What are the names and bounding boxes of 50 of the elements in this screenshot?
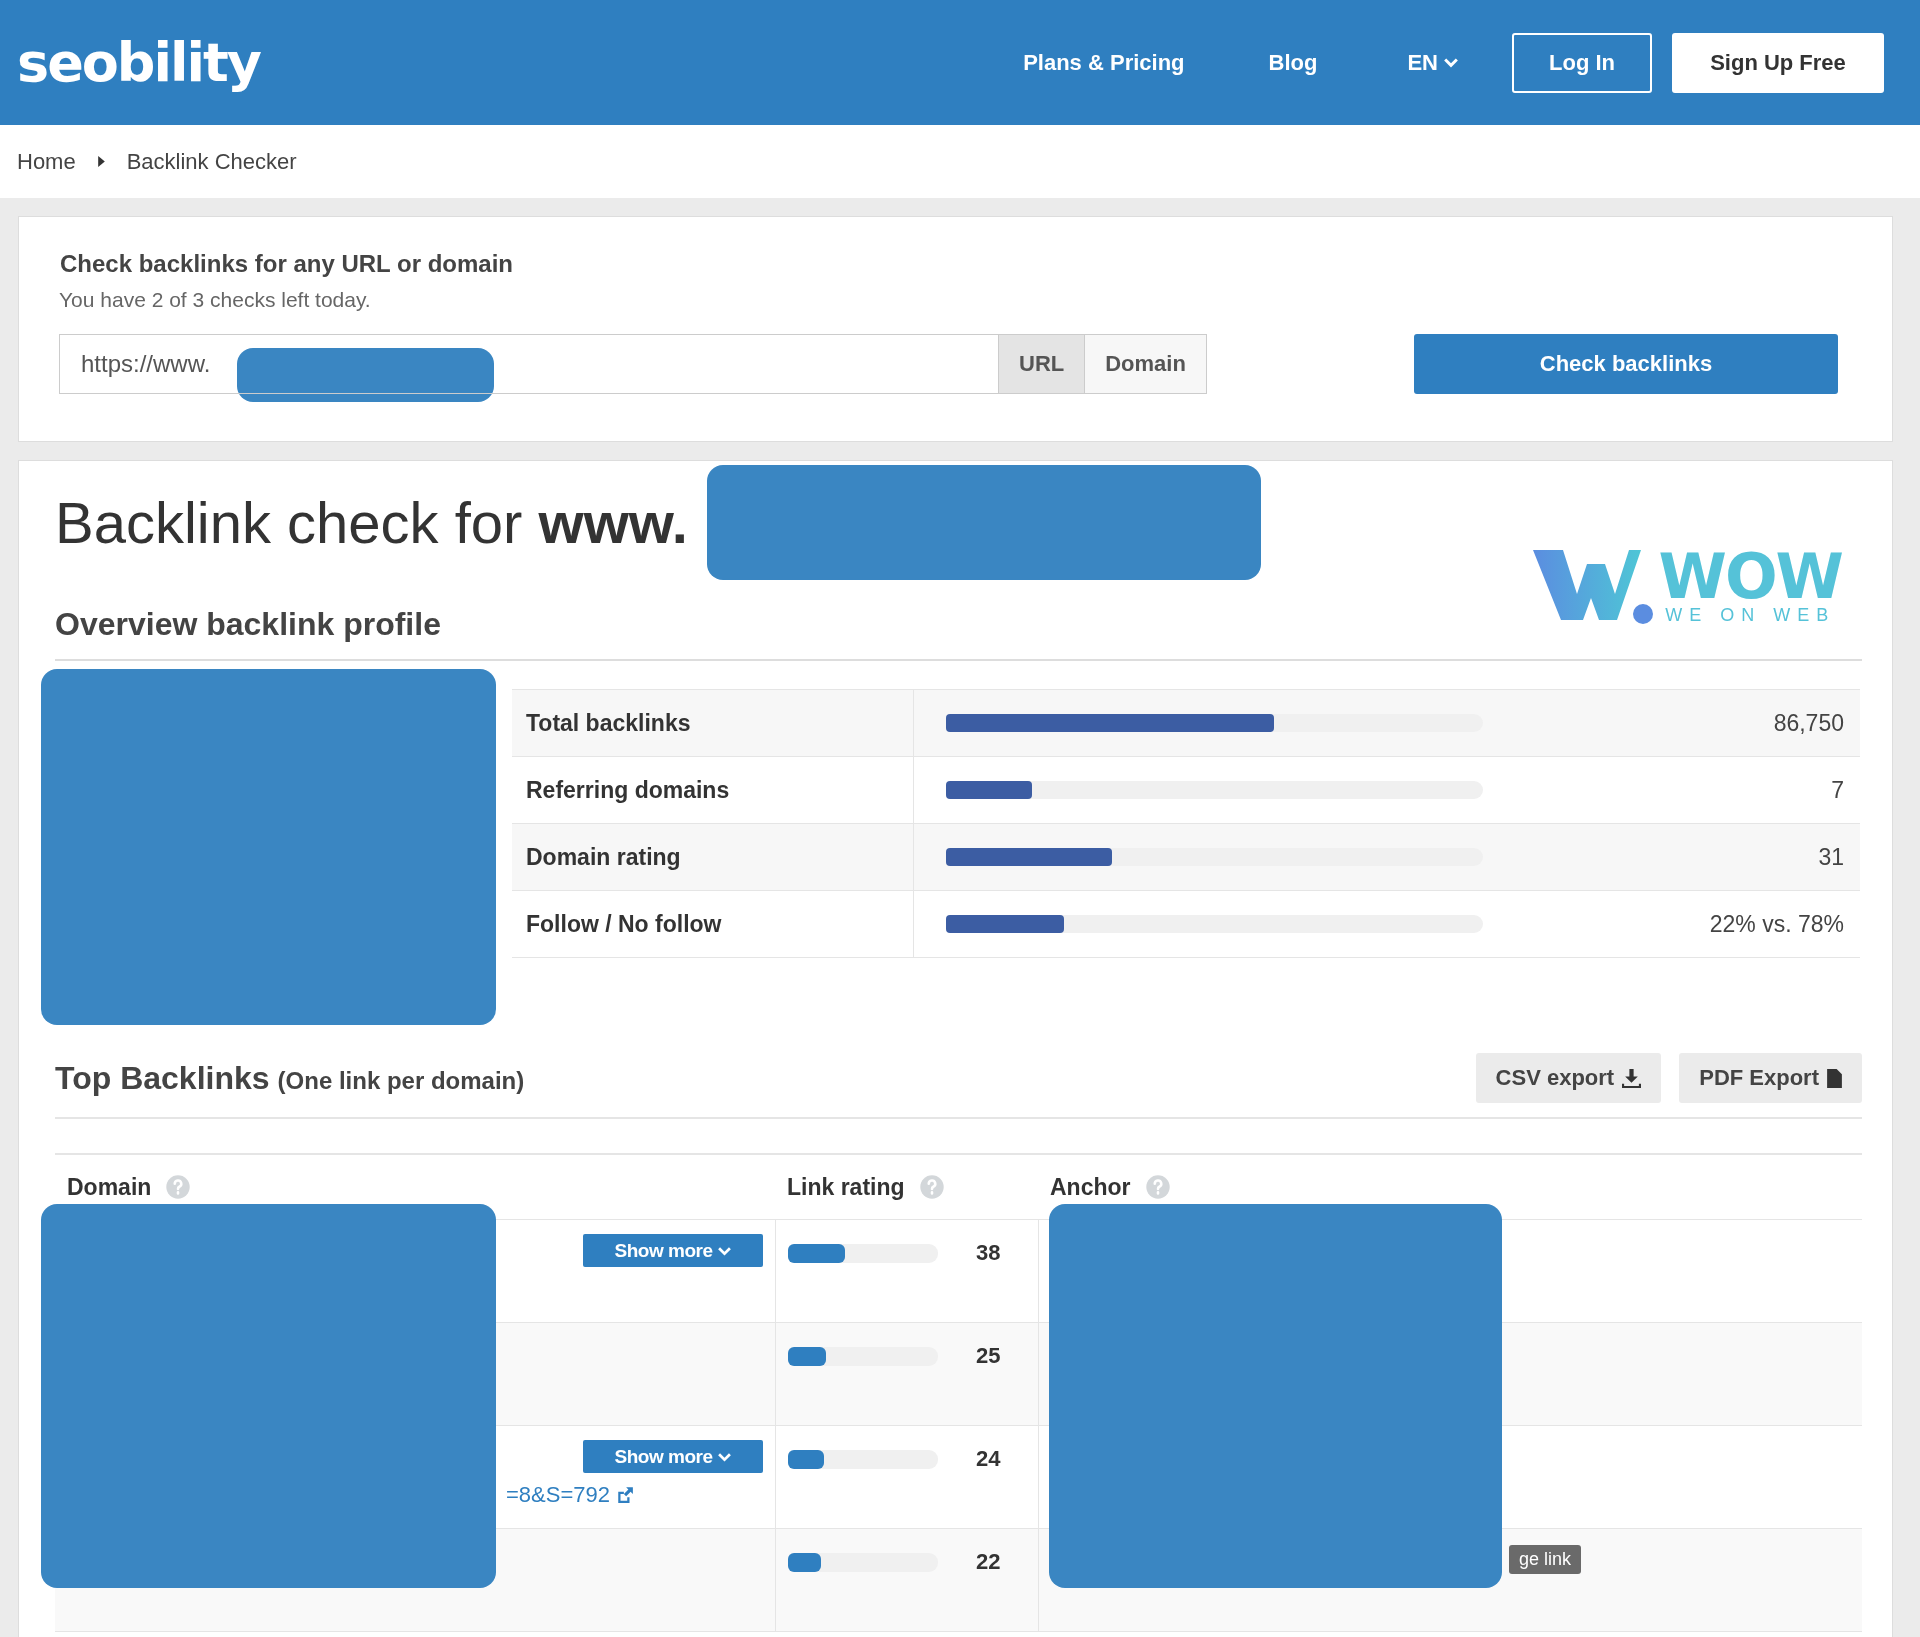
- chevron-down-icon: [1444, 57, 1458, 68]
- section-title: Top Backlinks: [55, 1059, 270, 1097]
- metric-label: Domain rating: [512, 824, 914, 890]
- metric-label: Follow / No follow: [512, 891, 914, 957]
- external-link-icon[interactable]: [616, 1486, 634, 1504]
- brand-logo-text: WOW: [1658, 549, 1842, 605]
- help-icon[interactable]: [165, 1174, 192, 1200]
- help-icon[interactable]: [1144, 1174, 1171, 1200]
- export-button[interactable]: PDF Export: [1679, 1053, 1862, 1103]
- login-button[interactable]: Log In: [1512, 32, 1652, 93]
- column-header: Domain: [67, 1173, 152, 1201]
- brand-tagline: WE ON WEB: [1665, 605, 1836, 626]
- document-icon: [1827, 1068, 1842, 1088]
- column-header: Link rating: [787, 1173, 905, 1201]
- link-type-tag: ge link: [1509, 1545, 1582, 1574]
- checks-left-text: You have 2 of 3 checks left today.: [59, 288, 372, 312]
- show-more-button[interactable]: Show more: [583, 1440, 763, 1473]
- chevron-down-icon: [718, 1453, 732, 1462]
- section-subtitle: (One link per domain): [277, 1067, 525, 1095]
- chevron-down-icon: [718, 1247, 732, 1256]
- nav-link[interactable]: Plans & Pricing: [1023, 49, 1185, 76]
- breadcrumb-link[interactable]: Backlink Checker: [126, 148, 297, 175]
- export-button[interactable]: CSV export: [1475, 1053, 1662, 1103]
- w-mark-icon: [1532, 549, 1653, 626]
- link-rating-value: 22: [976, 1549, 1001, 1575]
- link-rating-value: 25: [976, 1343, 1001, 1369]
- mode-toggle[interactable]: URL: [999, 334, 1086, 394]
- show-more-button[interactable]: Show more: [583, 1234, 763, 1267]
- logo[interactable]: seobility: [17, 31, 261, 94]
- metric-value: 7: [1831, 776, 1845, 804]
- download-icon: [1622, 1068, 1642, 1088]
- language-dropdown[interactable]: EN: [1401, 48, 1464, 77]
- mode-toggle[interactable]: Domain: [1085, 334, 1207, 394]
- metric-value: 31: [1818, 843, 1845, 871]
- link-rating-value: 24: [976, 1446, 1001, 1472]
- link-rating-value: 38: [976, 1240, 1001, 1266]
- form-title: Check backlinks for any URL or domain: [60, 250, 514, 278]
- backlink-url[interactable]: =8&S=792: [506, 1482, 610, 1508]
- result-heading: Backlink check for www.: [55, 489, 688, 556]
- signup-button[interactable]: Sign Up Free: [1672, 32, 1884, 93]
- caret-right-icon: [97, 156, 105, 167]
- nav-link[interactable]: Blog: [1268, 49, 1318, 76]
- metric-label: Total backlinks: [512, 690, 914, 756]
- breadcrumb-link[interactable]: Home: [17, 148, 76, 175]
- metric-value: 22% vs. 78%: [1709, 910, 1845, 938]
- url-input-field[interactable]: https://www.: [59, 334, 999, 394]
- metric-value: 86,750: [1773, 709, 1845, 737]
- help-icon[interactable]: [918, 1174, 945, 1200]
- column-header: Anchor: [1050, 1173, 1131, 1201]
- check-backlinks-button[interactable]: Check backlinks: [1414, 334, 1838, 394]
